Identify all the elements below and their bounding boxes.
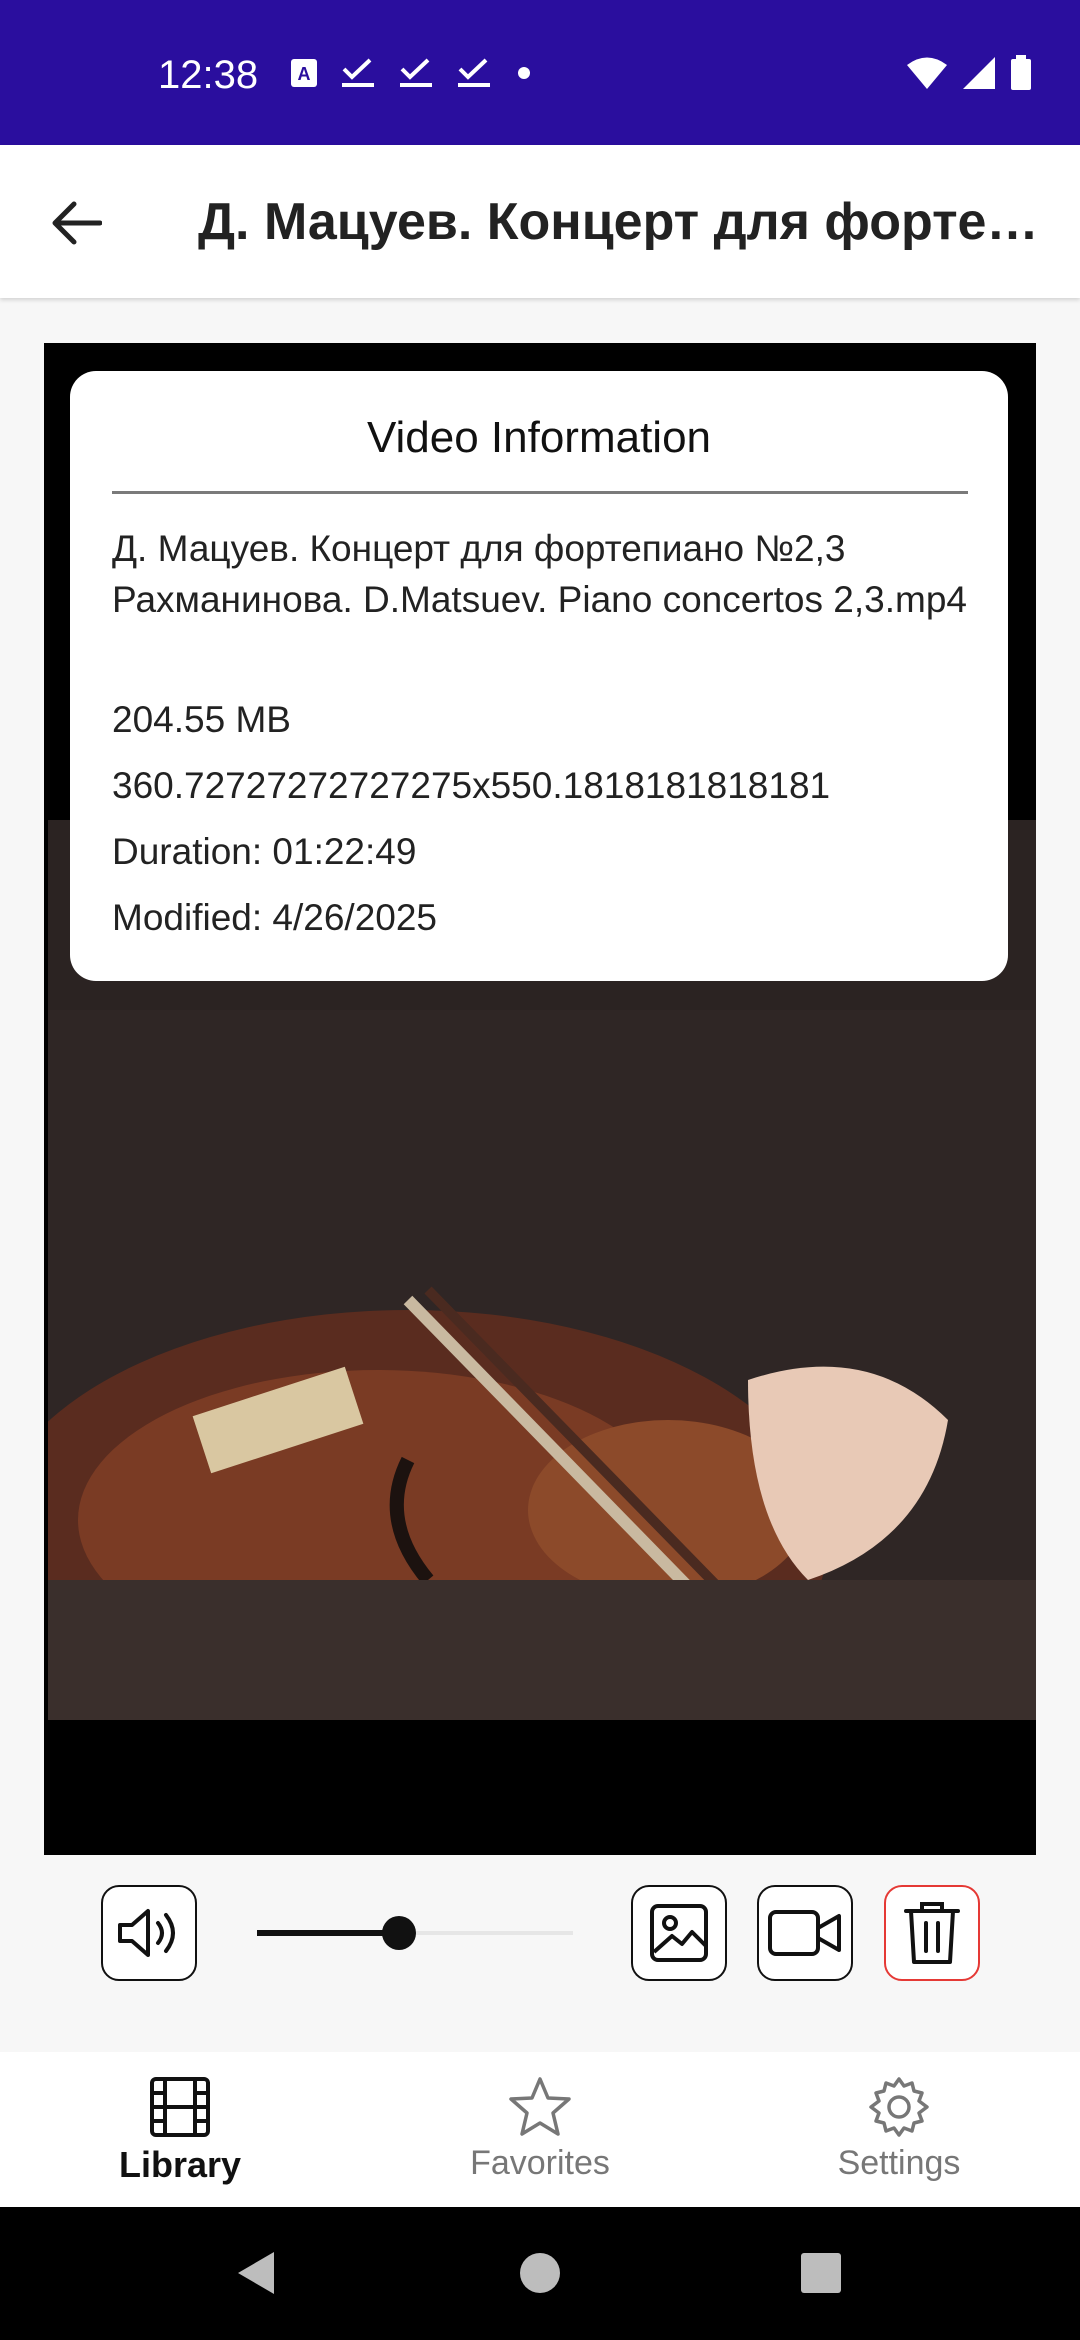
nav-settings-label: Settings [837, 2144, 961, 2182]
trash-icon [904, 1902, 960, 1964]
notification-icons: A [290, 52, 534, 98]
nav-settings[interactable]: Settings [779, 2072, 1019, 2202]
back-button[interactable] [36, 183, 116, 263]
dialog-title: Video Information [366, 413, 712, 462]
speaker-icon [118, 1909, 175, 1957]
check-icon [456, 57, 492, 94]
triangle-back-icon [238, 2252, 274, 2294]
delete-button[interactable] [884, 1885, 980, 1981]
status-bar: 12:38 A [0, 0, 1080, 145]
square-recents-icon [801, 2253, 841, 2293]
video-camera-icon [768, 1910, 841, 1956]
modified-date: Modified: 4/26/2025 [112, 897, 438, 938]
video-button[interactable] [757, 1885, 853, 1981]
check-icon [398, 57, 434, 94]
slider-fill [257, 1930, 400, 1936]
video-info-dialog: Video Information Д. Мацуев. Концерт для… [70, 371, 1008, 981]
system-icons [906, 52, 1032, 98]
arrow-left-icon [52, 201, 102, 245]
wifi-icon [906, 56, 948, 95]
signal-icon [962, 56, 996, 95]
nav-library[interactable]: Library [60, 2072, 300, 2202]
file-name: Д. Мацуев. Концерт для фортепиано №2,3 Р… [112, 528, 967, 620]
resolution: 360.72727272727275x550.1818181818181 [112, 765, 831, 806]
translate-icon: A [290, 58, 318, 93]
nav-favorites[interactable]: Favorites [420, 2072, 660, 2202]
divider [112, 491, 968, 494]
check-icon [340, 57, 376, 94]
battery-icon [1010, 54, 1032, 96]
recents-nav-button[interactable] [791, 2243, 851, 2303]
home-nav-button[interactable] [510, 2243, 570, 2303]
gear-icon [869, 2077, 929, 2137]
back-nav-button[interactable] [226, 2243, 286, 2303]
file-size: 204.55 MB [112, 699, 291, 740]
image-icon [650, 1904, 708, 1962]
nav-favorites-label: Favorites [470, 2144, 610, 2182]
duration: Duration: 01:22:49 [112, 831, 417, 872]
dot-icon [514, 63, 534, 88]
slider-thumb[interactable] [382, 1916, 417, 1950]
svg-text:A: A [298, 64, 311, 84]
volume-button[interactable] [101, 1885, 197, 1981]
volume-slider[interactable] [257, 1916, 573, 1950]
page-title: Д. Мацуев. Концерт для фортепиано №2,3 Р… [198, 193, 1060, 251]
nav-library-label: Library [118, 2144, 242, 2185]
system-navigation-bar [0, 2207, 1080, 2340]
image-button[interactable] [631, 1885, 727, 1981]
circle-home-icon [520, 2253, 560, 2293]
star-icon [509, 2077, 571, 2136]
app-bar: Д. Мацуев. Концерт для фортепиано №2,3 Р… [0, 145, 1080, 298]
film-icon [150, 2077, 210, 2137]
status-time: 12:38 [158, 53, 259, 97]
bottom-navigation: Library Favorites Settings [0, 2052, 1080, 2207]
